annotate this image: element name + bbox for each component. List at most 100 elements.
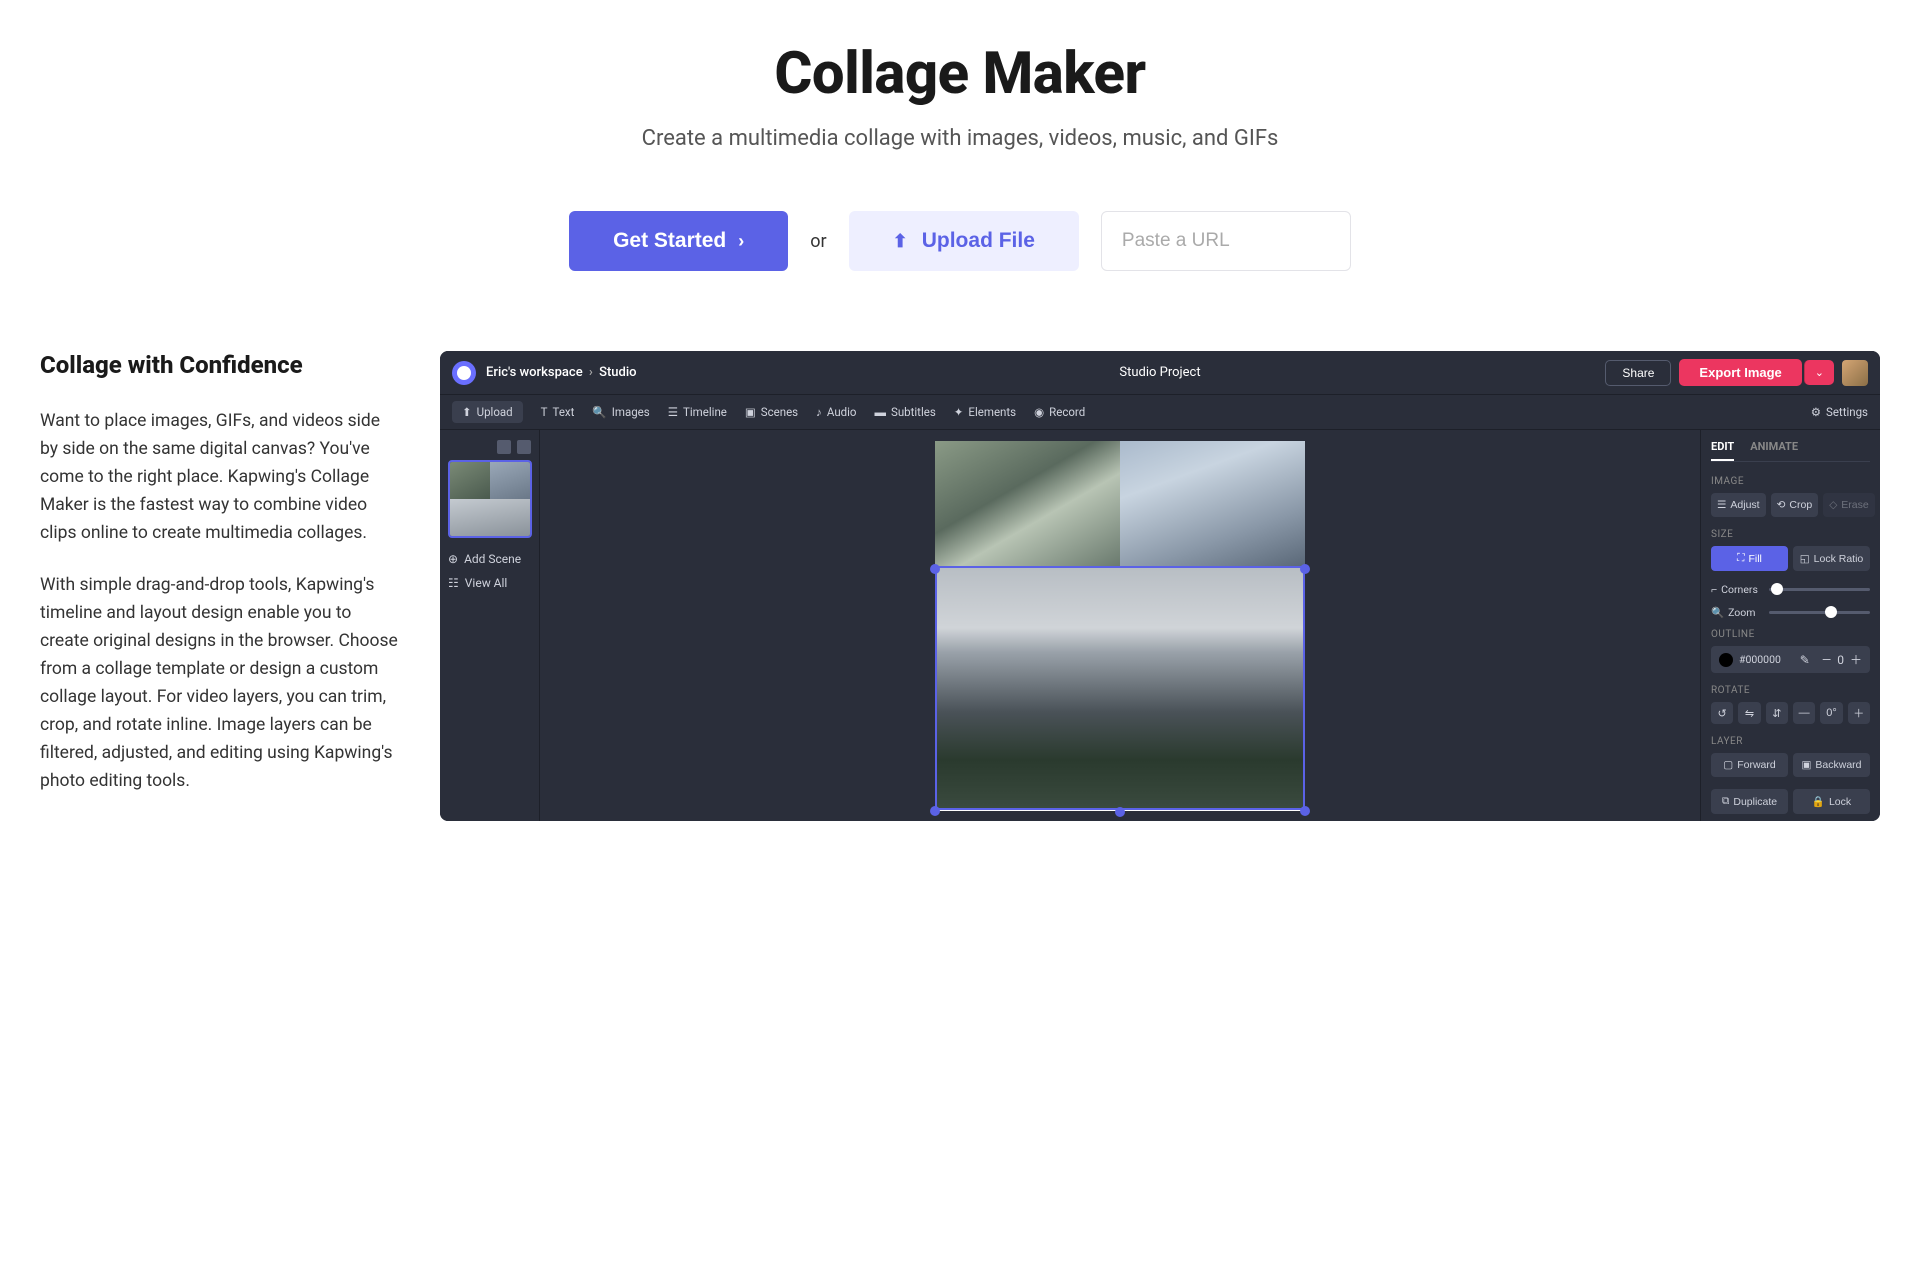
layer-section-label: LAYER — [1711, 736, 1870, 747]
page-subtitle: Create a multimedia collage with images,… — [30, 126, 1890, 151]
lock-icon: 🔒 — [1812, 795, 1825, 808]
erase-icon: ◇ — [1829, 499, 1837, 511]
tab-animate[interactable]: ANIMATE — [1750, 440, 1798, 461]
delete-icon[interactable] — [517, 440, 531, 454]
rotate-ccw-button[interactable]: ↺ — [1711, 702, 1733, 724]
duplicate-icon: ⧉ — [1722, 795, 1730, 808]
canvas-image-1[interactable] — [935, 441, 1120, 567]
resize-handle[interactable] — [1300, 806, 1310, 816]
lock-ratio-icon: ◱ — [1800, 553, 1810, 565]
backward-button[interactable]: ▣Backward — [1793, 753, 1870, 777]
breadcrumb[interactable]: Eric's workspace › Studio — [486, 365, 637, 380]
zoom-slider[interactable] — [1769, 611, 1870, 614]
lock-ratio-button[interactable]: ◱Lock Ratio — [1793, 546, 1870, 571]
tool-scenes[interactable]: ▣Scenes — [745, 405, 798, 419]
rotate-plus-button[interactable]: ＋ — [1848, 702, 1870, 724]
outline-width-value[interactable]: 0 — [1837, 653, 1844, 667]
canvas[interactable] — [935, 441, 1305, 811]
duplicate-button[interactable]: ⧉Duplicate — [1711, 789, 1788, 814]
scenes-icon: ▣ — [745, 405, 756, 419]
breadcrumb-workspace[interactable]: Eric's workspace — [486, 365, 583, 380]
upload-icon: ⬆ — [893, 231, 908, 252]
fill-button[interactable]: ⛶Fill — [1711, 546, 1788, 571]
add-scene-button[interactable]: ⊕Add Scene — [448, 552, 531, 566]
app-logo[interactable] — [452, 361, 476, 385]
canvas-image-2[interactable] — [1120, 441, 1305, 567]
flip-v-button[interactable]: ⇵ — [1766, 702, 1788, 724]
tab-edit[interactable]: EDIT — [1711, 440, 1734, 461]
erase-button[interactable]: ◇Erase — [1823, 493, 1875, 517]
tool-upload[interactable]: ⬆Upload — [452, 401, 523, 423]
crop-icon: ⟲ — [1777, 499, 1786, 511]
rotate-handle[interactable] — [1115, 807, 1125, 817]
crop-button[interactable]: ⟲Crop — [1771, 493, 1819, 517]
outline-color-swatch[interactable] — [1719, 653, 1733, 667]
rotate-value[interactable]: 0° — [1820, 702, 1842, 724]
export-button[interactable]: Export Image — [1679, 359, 1801, 386]
elements-icon: ✦ — [954, 405, 964, 419]
corners-label: Corners — [1721, 583, 1758, 596]
adjust-button[interactable]: ☰Adjust — [1711, 493, 1766, 517]
plus-icon[interactable]: ＋ — [1850, 651, 1862, 668]
zoom-label: Zoom — [1728, 606, 1755, 619]
paste-url-input[interactable] — [1101, 211, 1351, 271]
share-button[interactable]: Share — [1605, 360, 1671, 386]
breadcrumb-studio[interactable]: Studio — [599, 365, 636, 380]
tool-images[interactable]: 🔍Images — [592, 405, 649, 419]
export-dropdown[interactable]: ⌄ — [1804, 360, 1834, 385]
resize-handle[interactable] — [930, 806, 940, 816]
resize-handle[interactable] — [1300, 564, 1310, 574]
image-section-label: IMAGE — [1711, 476, 1870, 487]
body-paragraph-1: Want to place images, GIFs, and videos s… — [40, 407, 400, 547]
rotate-minus-button[interactable]: — — [1793, 702, 1815, 724]
rotate-section-label: ROTATE — [1711, 685, 1870, 696]
scene-thumbnail[interactable] — [448, 460, 532, 538]
timeline-icon: ☰ — [668, 405, 678, 419]
tool-elements[interactable]: ✦Elements — [954, 405, 1016, 419]
eyedropper-icon[interactable]: ✎ — [1800, 653, 1810, 667]
editor-screenshot: Eric's workspace › Studio Studio Project… — [440, 351, 1880, 821]
chevron-right-icon: › — [738, 231, 744, 252]
copy-icon[interactable] — [497, 440, 511, 454]
outline-hex[interactable]: #000000 — [1739, 653, 1794, 666]
tool-text[interactable]: TText — [541, 405, 575, 419]
page-title: Collage Maker — [30, 40, 1890, 108]
upload-label: Upload File — [922, 229, 1035, 253]
upload-icon: ⬆ — [462, 405, 472, 419]
backward-icon: ▣ — [1801, 759, 1811, 771]
get-started-label: Get Started — [613, 229, 726, 253]
corners-slider[interactable] — [1769, 588, 1870, 591]
get-started-button[interactable]: Get Started › — [569, 211, 788, 271]
search-icon: 🔍 — [592, 405, 606, 419]
zoom-icon: 🔍 — [1711, 606, 1724, 619]
section-heading: Collage with Confidence — [40, 351, 400, 379]
tool-settings[interactable]: ⚙Settings — [1811, 405, 1868, 419]
tool-timeline[interactable]: ☰Timeline — [668, 405, 727, 419]
body-paragraph-2: With simple drag-and-drop tools, Kapwing… — [40, 571, 400, 795]
list-icon: ☷ — [448, 576, 459, 590]
project-title[interactable]: Studio Project — [1119, 365, 1200, 380]
outline-section-label: OUTLINE — [1711, 629, 1870, 640]
fill-icon: ⛶ — [1737, 552, 1744, 565]
size-section-label: SIZE — [1711, 529, 1870, 540]
forward-button[interactable]: ▢Forward — [1711, 753, 1788, 777]
forward-icon: ▢ — [1723, 759, 1733, 771]
view-all-button[interactable]: ☷View All — [448, 576, 531, 590]
or-label: or — [810, 231, 826, 252]
record-icon: ◉ — [1034, 405, 1044, 419]
text-icon: T — [541, 405, 548, 419]
gear-icon: ⚙ — [1811, 405, 1821, 419]
canvas-image-3-selected[interactable] — [935, 566, 1305, 810]
lock-button[interactable]: 🔒Lock — [1793, 789, 1870, 814]
audio-icon: ♪ — [816, 405, 822, 419]
plus-icon: ⊕ — [448, 552, 458, 566]
tool-subtitles[interactable]: ▬Subtitles — [875, 405, 936, 419]
adjust-icon: ☰ — [1717, 499, 1726, 511]
tool-audio[interactable]: ♪Audio — [816, 405, 856, 419]
upload-file-button[interactable]: ⬆ Upload File — [849, 211, 1079, 271]
avatar[interactable] — [1842, 360, 1868, 386]
tool-record[interactable]: ◉Record — [1034, 405, 1085, 419]
subtitles-icon: ▬ — [875, 405, 887, 419]
corners-icon: ⌐ — [1711, 583, 1717, 596]
flip-h-button[interactable]: ⇋ — [1738, 702, 1760, 724]
